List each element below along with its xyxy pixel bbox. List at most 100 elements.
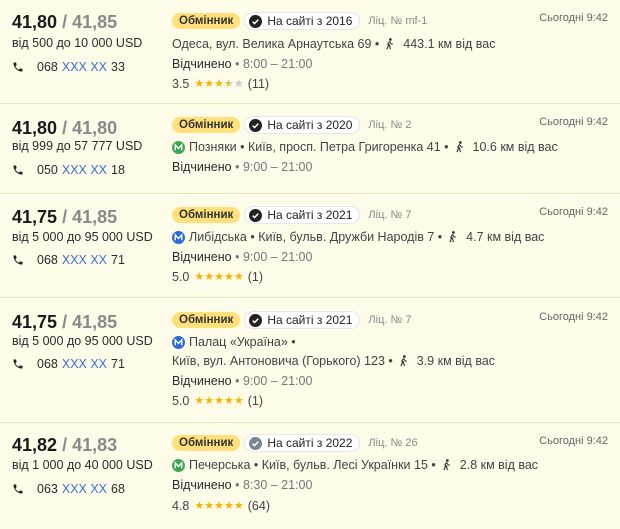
rating[interactable]: 3.5 ★ ★ ★ ★ ★ (11) — [172, 77, 269, 91]
open-status: Відчинено — [172, 374, 232, 388]
address[interactable]: Позняки • Київ, просп. Петра Григоренка … — [172, 140, 558, 154]
since-text: На сайті з 2021 — [267, 208, 353, 222]
sell-rate: / 41,85 — [62, 207, 118, 227]
type-badge: Обмінник — [172, 207, 241, 223]
show-phone-link[interactable]: XXX XX — [62, 163, 107, 177]
phone-suffix: 68 — [111, 482, 125, 496]
distance: 443.1 км від вас — [403, 37, 496, 51]
review-count: (11) — [247, 77, 270, 91]
rate: 41,80 / 41,80 — [12, 118, 117, 139]
offer-card[interactable]: 41,82 / 41,83 від 1 000 до 40 000 USD 06… — [0, 423, 620, 529]
updated-time: Сьогодні 9:42 — [539, 311, 608, 323]
phone-icon — [13, 484, 23, 494]
star-icon: ★ — [204, 270, 215, 283]
offer-card[interactable]: 41,75 / 41,85 від 5 000 до 95 000 USD 06… — [0, 194, 620, 298]
updated-time: Сьогодні 9:42 — [539, 12, 608, 24]
hours: Відчинено • 9:00 – 21:00 — [172, 250, 312, 264]
star-icon: ★ — [233, 499, 244, 512]
address[interactable]: Палац «Україна» • — [172, 335, 296, 349]
rating-stars: ★ ★ ★ ★ ★ — [194, 394, 244, 407]
verified-check-icon — [249, 118, 263, 132]
address[interactable]: Либідська • Київ, бульв. Дружби Народів … — [172, 230, 544, 244]
phone-suffix: 18 — [111, 163, 125, 177]
star-icon: ★ — [233, 270, 244, 283]
star-icon: ★ — [204, 394, 215, 407]
star-icon: ★ — [194, 77, 205, 90]
rating-stars: ★ ★ ★ ★ ★ — [194, 77, 244, 90]
review-count: (1) — [247, 270, 264, 284]
phone[interactable]: 063 XXX XX 68 — [12, 482, 125, 496]
phone[interactable]: 050 XXX XX 18 — [12, 163, 125, 177]
star-icon: ★ — [204, 499, 215, 512]
show-phone-link[interactable]: XXX XX — [62, 60, 107, 74]
since-badge: На сайті з 2021 — [244, 311, 361, 329]
show-phone-link[interactable]: XXX XX — [62, 357, 107, 371]
metro-blue-icon — [172, 335, 185, 349]
sell-rate: / 41,85 — [62, 312, 118, 332]
phone[interactable]: 068 XXX XX 71 — [12, 253, 125, 267]
badges: Обмінник На сайті з 2020 Ліц. № 2 — [172, 116, 411, 134]
phone-prefix: 068 — [37, 253, 58, 267]
phone-icon — [13, 359, 23, 369]
star-icon: ★ — [233, 77, 244, 90]
address[interactable]: Печерська • Київ, бульв. Лесі Українки 1… — [172, 458, 538, 472]
exchange-offers-list: 41,80 / 41,85 від 500 до 10 000 USD 068 … — [0, 0, 620, 529]
star-icon: ★ — [214, 77, 225, 90]
sell-rate: / 41,83 — [62, 435, 118, 455]
star-icon: ★ — [214, 499, 225, 512]
amount-range: від 500 до 10 000 USD — [12, 36, 143, 50]
show-phone-link[interactable]: XXX XX — [62, 482, 107, 496]
phone[interactable]: 068 XXX XX 33 — [12, 60, 125, 74]
updated-time: Сьогодні 9:42 — [539, 116, 608, 128]
show-phone-link[interactable]: XXX XX — [62, 253, 107, 267]
metro-green-icon — [172, 140, 185, 154]
distance: 4.7 км від вас — [466, 230, 545, 244]
star-icon: ★ — [233, 394, 244, 407]
star-icon: ★ — [224, 270, 234, 283]
since-text: На сайті з 2021 — [267, 313, 353, 327]
opening-hours: • 9:00 – 21:00 — [235, 374, 313, 388]
rating[interactable]: 4.8 ★ ★ ★ ★ ★ (64) — [172, 499, 270, 513]
phone-prefix: 068 — [37, 60, 58, 74]
rate: 41,82 / 41,83 — [12, 435, 117, 456]
badges: Обмінник На сайті з 2016 Ліц. № mf-1 — [172, 12, 427, 30]
review-count: (1) — [247, 394, 264, 408]
star-icon: ★ — [224, 499, 234, 512]
hours: Відчинено • 9:00 – 21:00 — [172, 160, 312, 174]
rating-stars: ★ ★ ★ ★ ★ — [194, 499, 244, 512]
open-status: Відчинено — [172, 160, 232, 174]
rating[interactable]: 5.0 ★ ★ ★ ★ ★ (1) — [172, 270, 263, 284]
badges: Обмінник На сайті з 2021 Ліц. № 7 — [172, 206, 411, 224]
rating-value: 4.8 — [172, 499, 190, 513]
offer-card[interactable]: 41,80 / 41,80 від 999 до 57 777 USD 050 … — [0, 104, 620, 194]
rating-stars: ★ ★ ★ ★ ★ — [194, 270, 244, 283]
badges: Обмінник На сайті з 2021 Ліц. № 7 — [172, 311, 411, 329]
phone-prefix: 050 — [37, 163, 58, 177]
address-line-2[interactable]: Київ, вул. Антоновича (Горького) 123 • 3… — [172, 354, 495, 368]
offer-card[interactable]: 41,75 / 41,85 від 5 000 до 95 000 USD 06… — [0, 298, 620, 423]
updated-time: Сьогодні 9:42 — [539, 206, 608, 218]
amount-range: від 1 000 до 40 000 USD — [12, 458, 153, 472]
walking-icon — [443, 459, 450, 471]
badges: Обмінник На сайті з 2022 Ліц. № 26 — [172, 434, 418, 452]
opening-hours: • 8:30 – 21:00 — [235, 478, 313, 492]
license: Ліц. № 7 — [368, 314, 412, 326]
review-count: (64) — [247, 499, 270, 513]
star-icon: ★ — [224, 394, 234, 407]
address[interactable]: Одеса, вул. Велика Арнаутська 69 • 443.1… — [172, 37, 495, 51]
rating[interactable]: 5.0 ★ ★ ★ ★ ★ (1) — [172, 394, 263, 408]
rate: 41,75 / 41,85 — [12, 312, 117, 333]
license: Ліц. № 2 — [368, 119, 412, 131]
offer-card[interactable]: 41,80 / 41,85 від 500 до 10 000 USD 068 … — [0, 0, 620, 104]
buy-rate: 41,80 — [12, 12, 58, 32]
phone-icon — [13, 62, 23, 72]
phone[interactable]: 068 XXX XX 71 — [12, 357, 125, 371]
open-status: Відчинено — [172, 478, 232, 492]
since-text: На сайті з 2022 — [267, 436, 353, 450]
address-text: Либідська • Київ, бульв. Дружби Народів … — [189, 230, 443, 244]
metro-green-icon — [172, 458, 185, 472]
metro-blue-icon — [172, 230, 185, 244]
address-text: Печерська • Київ, бульв. Лесі Українки 1… — [189, 458, 436, 472]
type-badge: Обмінник — [172, 312, 241, 328]
type-badge: Обмінник — [172, 435, 241, 451]
